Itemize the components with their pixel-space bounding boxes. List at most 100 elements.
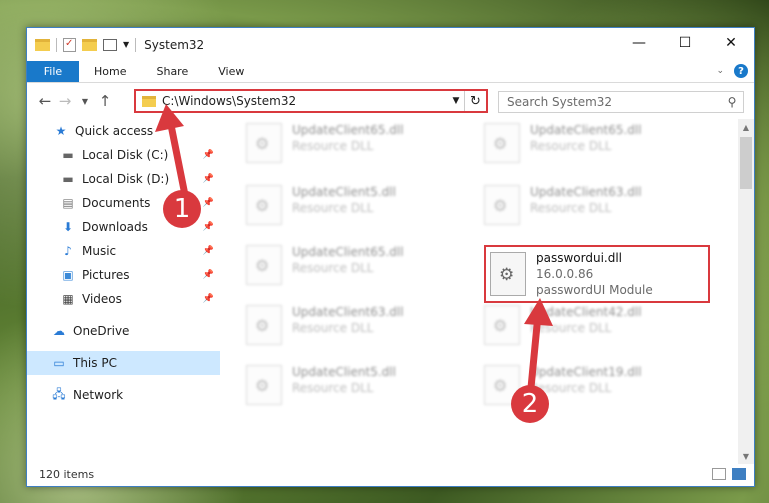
navigation-bar: ← → ▼ ↑ C:\Windows\System32 ▼ ↻ Search S… — [27, 83, 754, 119]
file-description: Resource DLL — [292, 261, 374, 275]
customize-caret-icon[interactable]: ▼ — [123, 40, 129, 49]
sidebar-item-this-pc[interactable]: ▭ This PC — [27, 351, 220, 375]
expand-ribbon-icon[interactable]: ⌄ — [716, 66, 724, 76]
search-placeholder[interactable]: Search System32 — [507, 95, 721, 109]
sidebar-item-music[interactable]: ♪ Music 📌 — [27, 239, 220, 263]
file-description: Resource DLL — [292, 381, 374, 395]
list-item[interactable]: UpdateClient63.dll Resource DLL — [484, 185, 704, 245]
computer-icon: ▭ — [53, 356, 65, 370]
list-item[interactable]: UpdateClient65.dll Resource DLL — [246, 123, 466, 183]
file-description: Resource DLL — [292, 201, 374, 215]
recent-locations-icon[interactable]: ▼ — [75, 97, 95, 106]
navigation-pane: ★ Quick access ▬ Local Disk (C:) 📌 ▬ Loc… — [27, 119, 220, 464]
file-name: UpdateClient65.dll — [530, 123, 642, 137]
help-icon[interactable]: ? — [734, 64, 748, 78]
address-bar[interactable]: C:\Windows\System32 ▼ ↻ — [134, 89, 488, 113]
sidebar-item-label: Local Disk (C:) — [82, 148, 169, 162]
dll-file-icon — [246, 185, 282, 225]
new-folder-icon[interactable] — [82, 38, 97, 51]
tab-share[interactable]: Share — [141, 61, 203, 82]
search-input[interactable]: Search System32 ⚲ — [498, 91, 744, 113]
tab-view[interactable]: View — [203, 61, 259, 82]
pin-icon[interactable]: 📌 — [203, 270, 214, 280]
forward-arrow-icon[interactable]: → — [55, 92, 75, 110]
dll-file-icon — [484, 185, 520, 225]
file-name: passwordui.dll — [536, 251, 623, 265]
window-title: System32 — [144, 37, 205, 52]
file-name: UpdateClient63.dll — [530, 185, 642, 199]
music-icon: ♪ — [64, 244, 72, 258]
file-description: Resource DLL — [292, 139, 374, 153]
star-icon: ★ — [55, 124, 67, 138]
drive-icon: ▬ — [62, 148, 74, 162]
file-description: Resource DLL — [530, 139, 612, 153]
up-arrow-icon[interactable]: ↑ — [95, 92, 115, 110]
file-list: UpdateClient65.dll Resource DLL UpdateCli… — [220, 119, 740, 464]
file-description: passwordUI Module — [536, 283, 653, 297]
tab-file[interactable]: File — [27, 61, 79, 82]
file-description: Resource DLL — [530, 201, 612, 215]
list-item[interactable]: UpdateClient42.dll Resource DLL — [484, 305, 704, 365]
pin-icon[interactable]: 📌 — [203, 198, 214, 208]
tab-home[interactable]: Home — [79, 61, 141, 82]
step-marker-two: 2 — [511, 385, 549, 423]
search-icon[interactable]: ⚲ — [721, 95, 743, 109]
file-description: Resource DLL — [292, 321, 374, 335]
documents-icon: ▤ — [62, 196, 74, 210]
pin-icon[interactable]: 📌 — [203, 246, 214, 256]
sidebar-item-label: Downloads — [82, 220, 148, 234]
minimize-button[interactable]: — — [616, 28, 662, 58]
file-name: UpdateClient65.dll — [292, 245, 404, 259]
scrollbar-thumb[interactable] — [740, 137, 752, 189]
address-path[interactable]: C:\Windows\System32 — [162, 94, 448, 108]
chevron-down-icon[interactable]: ▼ — [448, 96, 464, 106]
file-name: UpdateClient63.dll — [292, 305, 404, 319]
vertical-scrollbar[interactable]: ▲ ▼ — [738, 119, 754, 464]
sidebar-item-onedrive[interactable]: ☁ OneDrive — [27, 319, 220, 343]
dll-file-icon — [246, 365, 282, 405]
ribbon-right: ⌄ ? — [716, 64, 748, 78]
list-item[interactable]: UpdateClient65.dll Resource DLL — [246, 245, 466, 305]
divider — [135, 37, 137, 52]
dll-file-icon — [490, 252, 526, 296]
view-icon[interactable] — [103, 38, 117, 51]
back-arrow-icon[interactable]: ← — [35, 92, 55, 110]
view-toggle — [712, 468, 746, 480]
details-view-icon[interactable] — [712, 468, 726, 480]
sidebar-item-label: This PC — [73, 356, 117, 370]
dll-file-icon — [246, 245, 282, 285]
sidebar-item-network[interactable]: 🖧 Network — [27, 383, 220, 407]
pin-icon[interactable]: 📌 — [203, 150, 214, 160]
sidebar-item-quick-access[interactable]: ★ Quick access — [27, 119, 220, 143]
pin-icon[interactable]: 📌 — [203, 222, 214, 232]
quick-access-toolbar: ▼ — [27, 37, 137, 52]
folder-icon — [35, 38, 50, 51]
sidebar-item-local-disk-c[interactable]: ▬ Local Disk (C:) 📌 — [27, 143, 220, 167]
pin-icon[interactable]: 📌 — [203, 294, 214, 304]
pin-icon[interactable]: 📌 — [203, 174, 214, 184]
sidebar-item-label: Documents — [82, 196, 151, 210]
list-item[interactable]: UpdateClient63.dll Resource DLL — [246, 305, 466, 365]
maximize-button[interactable]: ☐ — [662, 28, 708, 58]
window-controls: — ☐ ✕ — [616, 28, 754, 58]
file-name: UpdateClient42.dll — [530, 305, 642, 319]
sidebar-item-label: Videos — [82, 292, 122, 306]
close-button[interactable]: ✕ — [708, 28, 754, 58]
sidebar-item-videos[interactable]: ▦ Videos 📌 — [27, 287, 220, 311]
file-name: UpdateClient65.dll — [292, 123, 404, 137]
list-item[interactable]: UpdateClient65.dll Resource DLL — [484, 123, 704, 183]
sidebar-item-pictures[interactable]: ▣ Pictures 📌 — [27, 263, 220, 287]
sidebar-item-label: Network — [73, 388, 124, 402]
properties-check-icon[interactable] — [63, 37, 76, 52]
sidebar-item-local-disk-d[interactable]: ▬ Local Disk (D:) 📌 — [27, 167, 220, 191]
refresh-icon[interactable]: ↻ — [464, 91, 486, 111]
tiles-view-icon[interactable] — [732, 468, 746, 480]
scroll-up-icon[interactable]: ▲ — [738, 119, 754, 135]
sidebar-item-label: Quick access — [75, 124, 154, 138]
network-icon: 🖧 — [52, 386, 66, 401]
highlighted-file-passwordui[interactable]: passwordui.dll 16.0.0.86 passwordUI Modu… — [484, 245, 710, 303]
list-item[interactable]: UpdateClient5.dll Resource DLL — [246, 365, 466, 425]
sidebar-item-label: Local Disk (D:) — [82, 172, 170, 186]
list-item[interactable]: UpdateClient5.dll Resource DLL — [246, 185, 466, 245]
dll-file-icon — [484, 305, 520, 345]
